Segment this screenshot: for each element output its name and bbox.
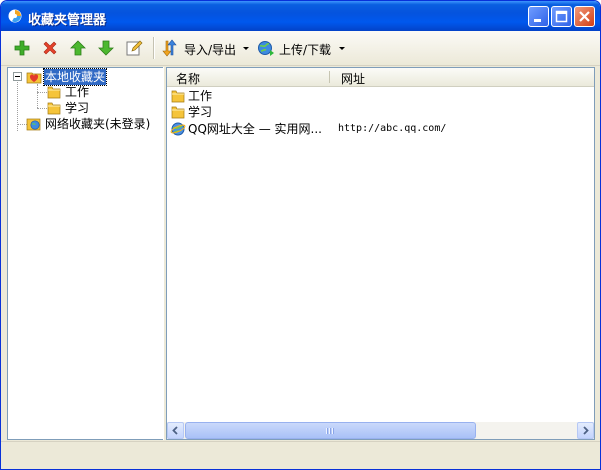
collapse-toggle[interactable] bbox=[13, 72, 22, 81]
tree-item-label: 本地收藏夹 bbox=[42, 68, 108, 86]
window-title: 收藏夹管理器 bbox=[28, 13, 107, 28]
import-export-label[interactable]: 导入/导出 bbox=[184, 41, 236, 58]
tree-item-label: 学习 bbox=[65, 101, 90, 115]
column-divider[interactable] bbox=[329, 71, 330, 83]
toolbar-separator bbox=[153, 37, 155, 59]
arrow-down-icon bbox=[97, 39, 115, 57]
network-favorites-icon bbox=[26, 116, 42, 132]
minimize-button[interactable] bbox=[528, 6, 549, 27]
list-item-name: QQ网址大全 — 实用网... bbox=[188, 122, 322, 136]
list-item-url: http://abc.qq.com/ bbox=[338, 123, 447, 134]
folder-tree[interactable]: 本地收藏夹 工作 学习 网络收藏夹(未登录) bbox=[7, 67, 164, 440]
move-down-button[interactable] bbox=[97, 39, 115, 57]
plus-icon bbox=[13, 39, 31, 57]
list-item[interactable]: QQ网址大全 — 实用网... http://abc.qq.com/ bbox=[169, 121, 589, 137]
folder-icon bbox=[170, 88, 186, 104]
import-export-button[interactable] bbox=[161, 39, 179, 57]
scroll-thumb[interactable] bbox=[185, 422, 476, 439]
chevron-down-icon[interactable] bbox=[243, 47, 249, 50]
tree-line bbox=[37, 84, 38, 108]
folder-icon bbox=[46, 84, 62, 100]
import-export-icon bbox=[161, 39, 179, 57]
list-item[interactable]: 学习 bbox=[169, 104, 589, 120]
ie-globe-icon bbox=[170, 121, 186, 137]
horizontal-scrollbar[interactable] bbox=[167, 422, 594, 439]
title-bar[interactable]: 收藏夹管理器 bbox=[1, 1, 600, 31]
tree-item-label: 网络收藏夹(未登录) bbox=[45, 117, 151, 131]
chevron-right-icon bbox=[583, 426, 589, 435]
app-icon bbox=[7, 8, 23, 24]
scroll-left-button[interactable] bbox=[167, 422, 184, 439]
favorites-folder-icon bbox=[26, 69, 42, 85]
x-icon bbox=[41, 39, 59, 57]
list-header: 名称 网址 bbox=[167, 68, 594, 87]
tree-item-label: 工作 bbox=[65, 85, 90, 99]
status-bar bbox=[1, 441, 600, 469]
scroll-grip bbox=[326, 428, 328, 434]
favorites-manager-window: 收藏夹管理器 导入/导出 上传/下载 本地收藏夹 工作 学习 网络收藏夹(未登录… bbox=[0, 0, 601, 470]
chevron-left-icon bbox=[172, 426, 178, 435]
globe-arrows-icon bbox=[257, 39, 275, 57]
list-item-name: 学习 bbox=[188, 105, 213, 119]
list-item[interactable]: 工作 bbox=[169, 88, 589, 104]
edit-icon bbox=[125, 39, 143, 57]
folder-icon bbox=[170, 104, 186, 120]
scroll-grip bbox=[332, 428, 334, 434]
close-button[interactable] bbox=[574, 6, 595, 27]
toolbar: 导入/导出 上传/下载 bbox=[1, 31, 600, 66]
column-header-name[interactable]: 名称 bbox=[176, 70, 200, 87]
favorites-list[interactable]: 名称 网址 工作 学习 QQ网址大全 — 实用网... http://abc.q… bbox=[166, 67, 595, 440]
upload-download-label[interactable]: 上传/下载 bbox=[279, 41, 331, 58]
edit-button[interactable] bbox=[125, 39, 143, 57]
add-button[interactable] bbox=[13, 39, 31, 57]
chevron-down-icon[interactable] bbox=[339, 47, 345, 50]
upload-download-button[interactable] bbox=[257, 39, 275, 57]
delete-button[interactable] bbox=[41, 39, 59, 57]
scroll-right-button[interactable] bbox=[577, 422, 594, 439]
list-item-name: 工作 bbox=[188, 89, 213, 103]
maximize-button[interactable] bbox=[551, 6, 572, 27]
folder-icon bbox=[46, 100, 62, 116]
move-up-button[interactable] bbox=[69, 39, 87, 57]
scroll-grip bbox=[329, 428, 331, 434]
arrow-up-icon bbox=[69, 39, 87, 57]
column-header-url[interactable]: 网址 bbox=[341, 70, 365, 87]
